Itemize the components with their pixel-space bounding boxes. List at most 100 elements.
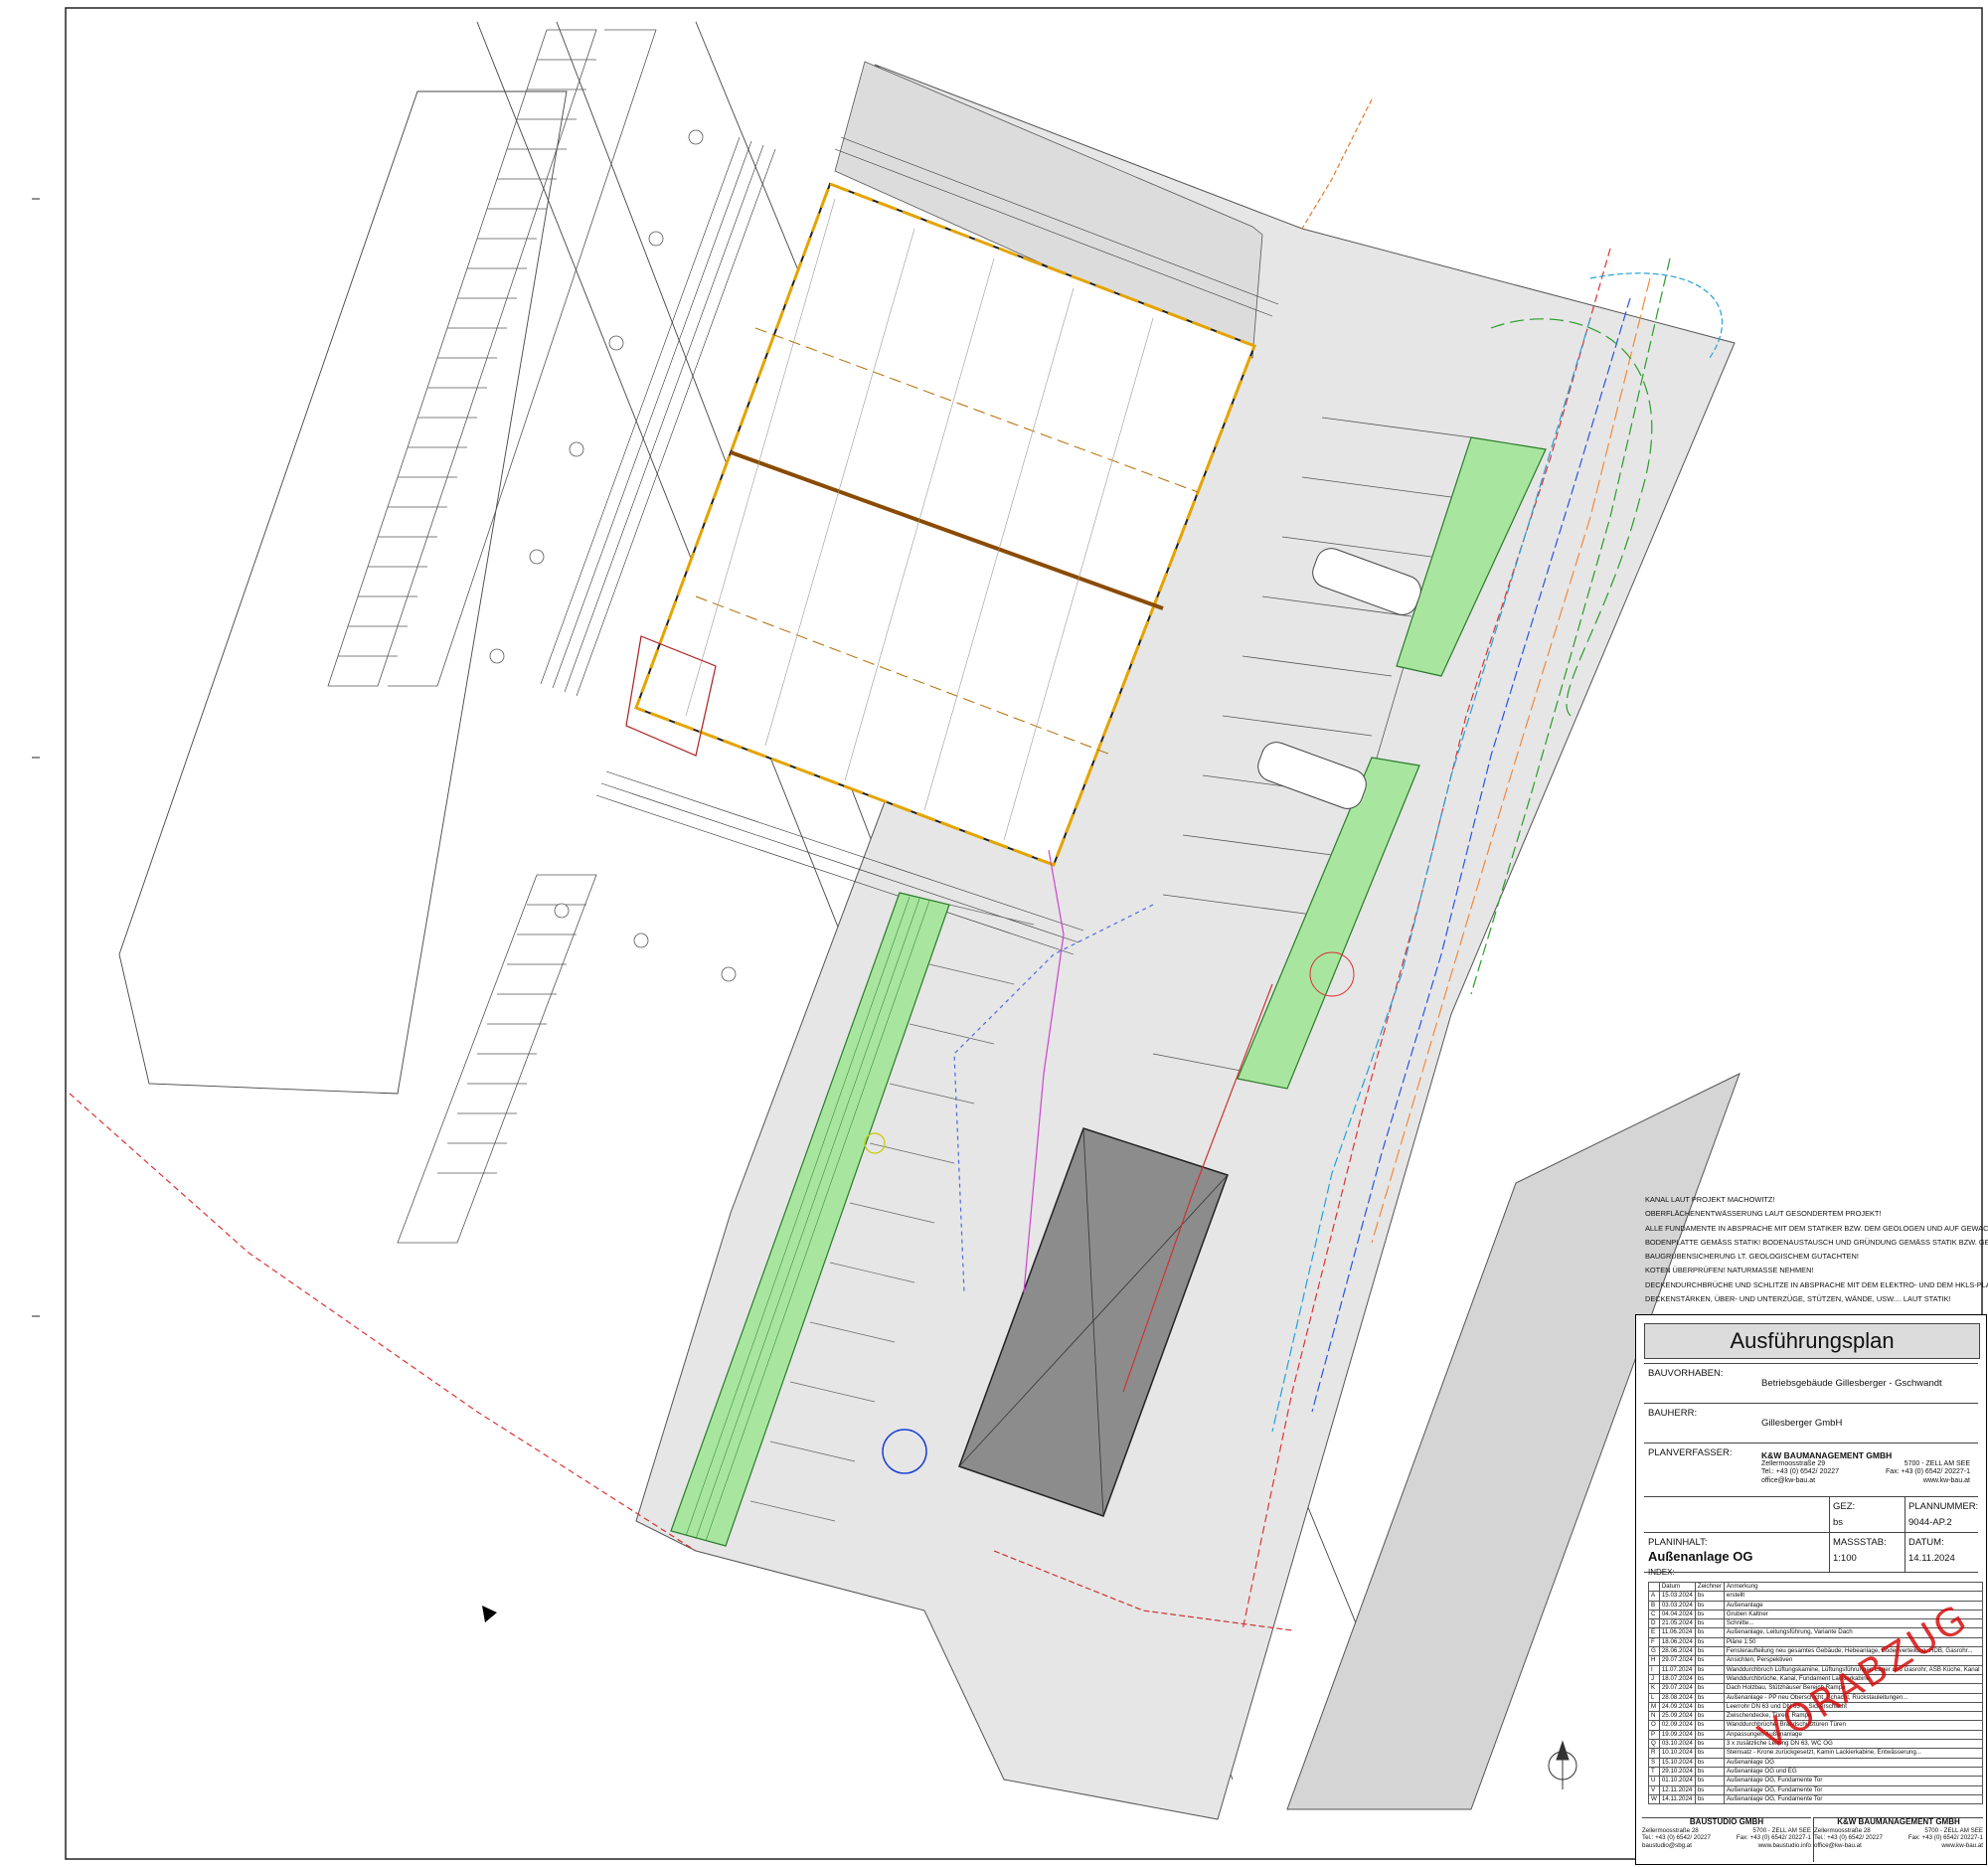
planverfasser-mail: office@kw-bau.at (1761, 1476, 1816, 1484)
index-cell: 28.06.2024 (1658, 1646, 1696, 1657)
index-cell: D (1648, 1618, 1660, 1629)
index-header (1648, 1581, 1660, 1593)
index-cell: 19.09.2024 (1658, 1729, 1696, 1741)
footer-kw: K&W BAUMANAGEMENT GMBH Zellermoosstraße … (1813, 1817, 1983, 1862)
index-cell: Außenanlage OG, Fundamente Tor (1723, 1776, 1983, 1786)
index-cell: V (1648, 1784, 1660, 1795)
bauvorhaben-value: Betriebsgebäude Gillesberger - Gschwandt (1761, 1378, 1942, 1389)
index-cell: 10.10.2024 (1658, 1748, 1696, 1759)
index-cell: U (1648, 1776, 1660, 1786)
index-cell: bs (1694, 1776, 1725, 1786)
plannr-label: PLANNUMMER: (1908, 1501, 1979, 1512)
index-cell: bs (1694, 1701, 1725, 1713)
note: KOTEN ÜBERPRÜFEN! NATURMASSE NEHMEN! (1645, 1266, 1814, 1275)
planverfasser-city: 5700 - ZELL AM SEE (1904, 1459, 1970, 1467)
index-cell: bs (1694, 1720, 1725, 1731)
index-label: INDEX: (1648, 1568, 1675, 1577)
row-planinhalt: PLANINHALT: Außenanlage OG MASSSTAB: 1:1… (1644, 1532, 1978, 1573)
index-cell: Außenanlage OG, Fundamente Tor (1723, 1784, 1983, 1795)
index-header: Datum (1658, 1581, 1696, 1593)
plan-title: Ausführungsplan (1644, 1323, 1980, 1359)
index-cell: 18.07.2024 (1658, 1673, 1696, 1685)
index-cell: 03.10.2024 (1658, 1739, 1696, 1750)
index-header: Anmerkung (1723, 1581, 1983, 1593)
index-cell: M (1648, 1701, 1660, 1713)
north-arrow-icon (1548, 1740, 1577, 1789)
index-cell: 12.11.2024 (1658, 1784, 1696, 1795)
index-cell: bs (1694, 1609, 1725, 1620)
footer-right-name: K&W BAUMANAGEMENT GMBH (1837, 1817, 1960, 1826)
index-cell: E (1648, 1627, 1660, 1638)
datum-value: 14.11.2024 (1908, 1553, 1955, 1564)
footer-left-tel: Tel.: +43 (0) 6542/ 20227 (1642, 1834, 1711, 1842)
index-cell: 29.07.2024 (1658, 1683, 1696, 1694)
footer-left-fax: Fax: +43 (0) 6542/ 20227-1 (1736, 1834, 1811, 1842)
index-row: W 14.11.2024 bs Außenanlage OG, Fundamente … (1648, 1793, 1983, 1805)
row-gez: GEZ: bs PLANNUMMER: 9044-AP.2 (1644, 1496, 1979, 1573)
index-cell: bs (1694, 1636, 1725, 1648)
index-row: S 15.10.2024 bs Außenanlage OG (1648, 1757, 1983, 1768)
planverfasser-web: www.kw-bau.at (1922, 1476, 1970, 1484)
index-cell: bs (1694, 1757, 1725, 1768)
footer-right-tel: Tel.: +43 (0) 6542/ 20227 (1814, 1834, 1883, 1842)
index-cell: bs (1694, 1646, 1725, 1657)
bauherr-label: BAUHERR: (1648, 1408, 1698, 1419)
index-cell: 14.11.2024 (1658, 1793, 1696, 1805)
row-planverfasser: PLANVERFASSER: K&W BAUMANAGEMENT GMBH Ze… (1644, 1443, 1978, 1497)
footer-baustudio: BAUSTUDIO GMBH Zellermoosstraße 28 5700 -… (1642, 1817, 1811, 1862)
gez-value: bs (1833, 1517, 1844, 1528)
section-marker-a (482, 1606, 497, 1622)
index-cell: A (1648, 1591, 1660, 1602)
planinhalt-label: PLANINHALT: (1648, 1537, 1708, 1548)
index-cell: bs (1694, 1683, 1725, 1694)
index-row: A 15.03.2024 bs erstellt (1648, 1591, 1983, 1602)
index-cell: 03.03.2024 (1658, 1600, 1696, 1611)
planverfasser-label: PLANVERFASSER: (1648, 1447, 1733, 1458)
plannr-value: 9044-AP.2 (1908, 1517, 1952, 1528)
bauvorhaben-label: BAUVORHABEN: (1648, 1368, 1724, 1379)
footer-left-city: 5700 - ZELL AM SEE (1752, 1826, 1811, 1834)
index-cell: 28.08.2024 (1658, 1692, 1696, 1703)
footer-left-web: www.baustudio.info (1757, 1841, 1811, 1849)
note: ALLE FUNDAMENTE IN ABSPRACHE MIT DEM STA… (1645, 1223, 1988, 1233)
index-cell: 24.09.2024 (1658, 1701, 1696, 1713)
note: KANAL LAUT PROJEKT MACHOWITZ! (1645, 1195, 1775, 1204)
planinhalt-value: Außenanlage OG (1648, 1549, 1753, 1564)
index-cell: 18.06.2024 (1658, 1636, 1696, 1648)
index-cell: T (1648, 1766, 1660, 1778)
index-cell: H (1648, 1655, 1660, 1666)
footer-left-name: BAUSTUDIO GMBH (1689, 1817, 1764, 1826)
note: DECKENDURCHBRÜCHE UND SCHLITZE IN ABSPRA… (1645, 1279, 1988, 1289)
index-cell: G (1648, 1646, 1660, 1657)
row-bauherr: BAUHERR: Gillesberger GmbH (1644, 1403, 1978, 1443)
footer-right-city: 5700 - ZELL AM SEE (1924, 1826, 1983, 1834)
index-cell: I (1648, 1664, 1660, 1675)
planverfasser-tel: Tel.: +43 (0) 6542/ 20227 (1761, 1468, 1840, 1475)
index-cell: bs (1694, 1600, 1725, 1611)
index-cell: bs (1694, 1766, 1725, 1778)
index-cell: R (1648, 1748, 1660, 1759)
parking-stripes-left (327, 29, 657, 1244)
bauherr-value: Gillesberger GmbH (1761, 1418, 1843, 1429)
index-cell: erstellt (1723, 1591, 1983, 1602)
footer-left-addr: Zellermoosstraße 28 (1642, 1826, 1699, 1834)
footer-right-web: www.kw-bau.at (1941, 1841, 1983, 1849)
index-cell: J (1648, 1673, 1660, 1685)
index-cell: Steinsatz - Krone zurückgesetzt, Kamin L… (1723, 1748, 1983, 1759)
general-notes: KANAL LAUT PROJEKT MACHOWITZ! OBERFLÄCHE… (1645, 1193, 1988, 1306)
planverfasser-addr: Zellermoosstraße 29 (1761, 1459, 1826, 1467)
note: BODENPLATTE GEMÄSS STATIK! BODENAUSTAUSC… (1645, 1237, 1988, 1247)
index-cell: S (1648, 1757, 1660, 1768)
index-row: U 01.10.2024 bs Außenanlage OG, Fundamente … (1648, 1776, 1983, 1786)
index-cell: bs (1694, 1793, 1725, 1805)
massstab-label: MASSSTAB: (1833, 1537, 1887, 1548)
index-cell: bs (1694, 1711, 1725, 1722)
planverfasser-fax: Fax: +43 (0) 6542/ 20227-1 (1885, 1468, 1970, 1475)
index-cell: K (1648, 1683, 1660, 1694)
index-header-row: Datum Zeichner Anmerkung (1648, 1581, 1983, 1593)
index-row: Q 03.10.2024 bs 3 x zusätzliche Leitung DN … (1648, 1739, 1983, 1750)
index-cell: P (1648, 1729, 1660, 1741)
index-cell: 01.10.2024 (1658, 1776, 1696, 1786)
index-cell: B (1648, 1600, 1660, 1611)
index-cell: bs (1694, 1739, 1725, 1750)
